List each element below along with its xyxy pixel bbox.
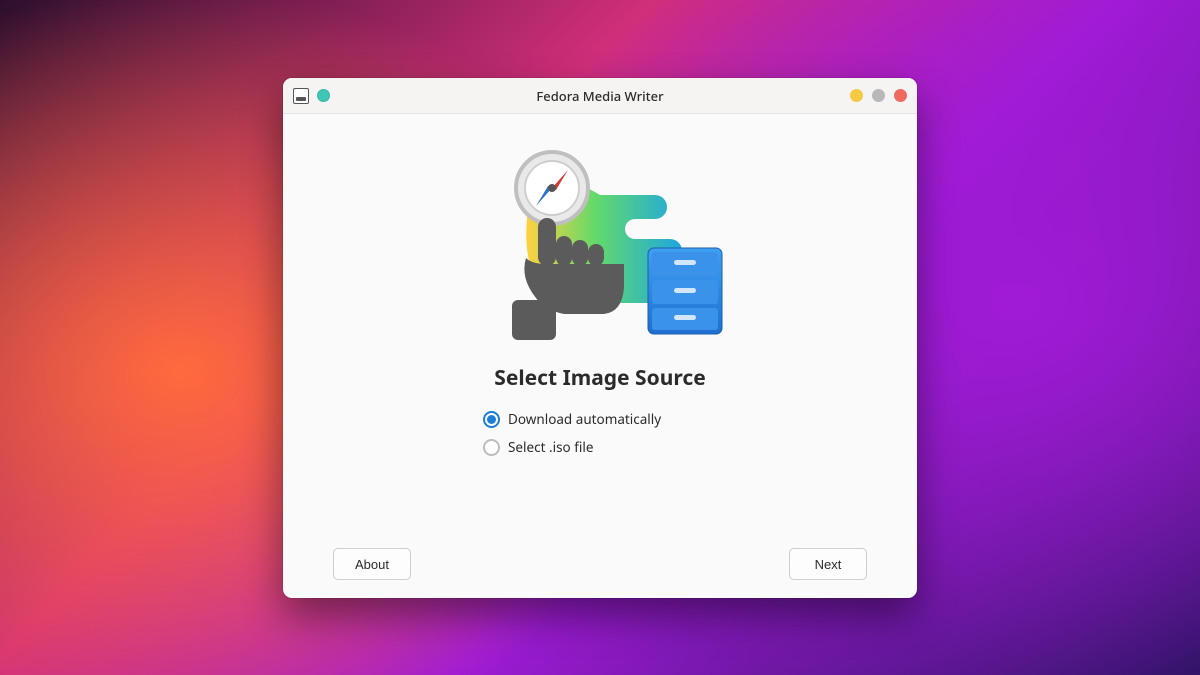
option-select-iso-file[interactable]: Select .iso file	[483, 438, 887, 456]
titlebar[interactable]: Fedora Media Writer	[283, 78, 917, 114]
minimize-button[interactable]	[850, 89, 863, 102]
footer: About Next	[313, 532, 887, 598]
page-heading: Select Image Source	[494, 364, 706, 392]
window-title: Fedora Media Writer	[283, 87, 917, 105]
illustration	[460, 140, 740, 350]
close-button[interactable]	[894, 89, 907, 102]
desktop-background: Fedora Media Writer	[0, 0, 1200, 675]
radio-icon	[483, 411, 500, 428]
option-label: Select .iso file	[508, 438, 593, 456]
window-controls	[850, 89, 907, 102]
app-window: Fedora Media Writer	[283, 78, 917, 598]
image-source-options: Download automatically Select .iso file	[313, 410, 887, 456]
active-indicator-icon	[317, 89, 330, 102]
file-cabinet-icon	[648, 248, 722, 334]
monitor-icon	[293, 88, 309, 104]
next-button[interactable]: Next	[789, 548, 867, 580]
option-download-automatically[interactable]: Download automatically	[483, 410, 887, 428]
radio-icon	[483, 439, 500, 456]
about-button[interactable]: About	[333, 548, 411, 580]
titlebar-left	[293, 88, 330, 104]
main-content: Select Image Source Download automatical…	[283, 114, 917, 598]
compass-icon	[516, 152, 588, 224]
maximize-button[interactable]	[872, 89, 885, 102]
option-label: Download automatically	[508, 410, 661, 428]
